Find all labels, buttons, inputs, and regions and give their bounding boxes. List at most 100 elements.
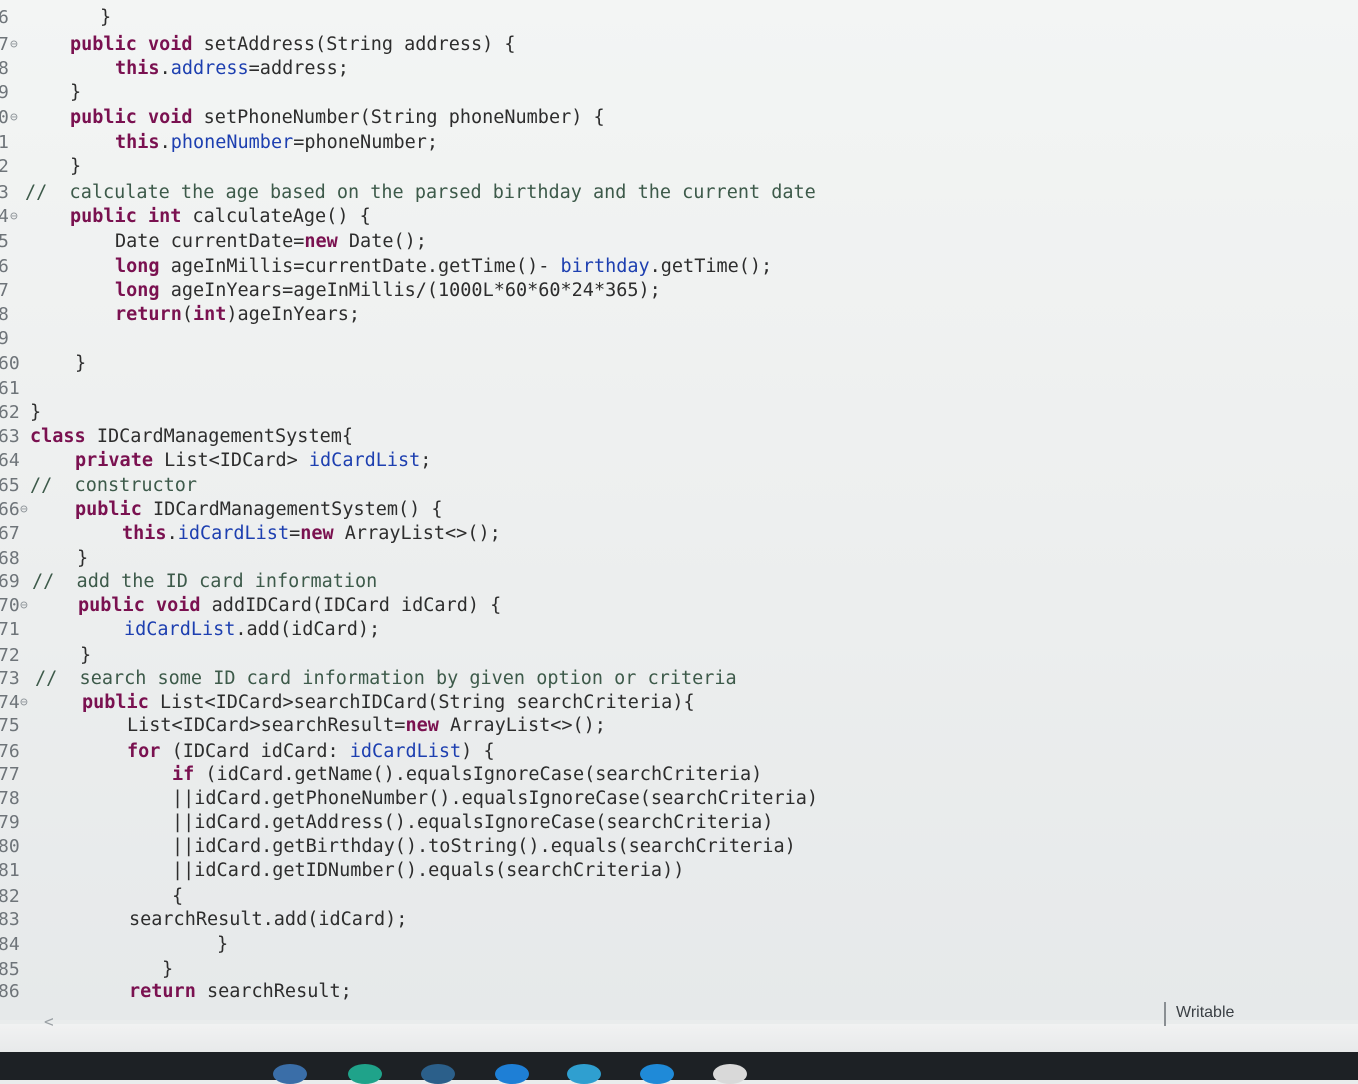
code-line[interactable]: 72} [0, 644, 1358, 668]
code-text[interactable]: // calculate the age based on the parsed… [25, 181, 816, 205]
code-text[interactable]: } [80, 644, 91, 668]
taskbar-app-icon-6[interactable] [640, 1064, 674, 1084]
code-line[interactable]: 73 // search some ID card information by … [0, 667, 1358, 691]
code-text[interactable]: public List<IDCard>searchIDCard(String s… [82, 691, 695, 715]
code-text[interactable]: } [70, 81, 81, 105]
code-text[interactable]: { [172, 885, 183, 909]
code-line[interactable]: 60} [0, 352, 1358, 376]
code-text[interactable]: List<IDCard>searchResult=new ArrayList<>… [127, 714, 606, 738]
code-text[interactable]: } [70, 155, 81, 179]
code-text[interactable]: public IDCardManagementSystem() { [75, 498, 443, 522]
code-line[interactable]: 61 [0, 377, 1358, 401]
code-text[interactable]: ||idCard.getPhoneNumber().equalsIgnoreCa… [172, 787, 818, 811]
code-text[interactable]: long ageInYears=ageInMillis/(1000L*60*60… [115, 279, 661, 303]
code-line[interactable]: 2} [0, 155, 1358, 179]
code-line[interactable]: 5 Date currentDate=new Date(); [0, 230, 1358, 254]
taskbar-app-icon-5[interactable] [567, 1064, 601, 1084]
taskbar-app-icon-3[interactable] [421, 1064, 455, 1084]
code-line[interactable]: 78 ||idCard.getPhoneNumber().equalsIgnore… [0, 787, 1358, 811]
code-line[interactable]: 0 ⊖ public void setPhoneNumber(String phon… [0, 106, 1358, 130]
taskbar-app-icon-2[interactable] [348, 1064, 382, 1084]
code-text[interactable]: } [77, 547, 88, 571]
code-line[interactable]: 77 if (idCard.getName().equalsIgnoreCase(… [0, 763, 1358, 787]
code-text[interactable]: if (idCard.getName().equalsIgnoreCase(se… [172, 763, 762, 787]
code-text[interactable]: public void setAddress(String address) { [70, 33, 516, 57]
fold-toggle-icon[interactable]: ⊖ [10, 205, 42, 229]
code-text[interactable]: ||idCard.getIDNumber().equals(searchCrit… [172, 859, 684, 883]
fold-toggle-icon[interactable]: ⊖ [20, 594, 52, 618]
code-line[interactable]: 83 searchResult.add(idCard); [0, 908, 1358, 932]
code-text[interactable]: ||idCard.getAddress().equalsIgnoreCase(s… [172, 811, 773, 835]
code-text[interactable]: long ageInMillis=currentDate.getTime()- … [115, 255, 772, 279]
code-token: ) { [461, 741, 495, 762]
code-text[interactable]: this.address=address; [115, 57, 349, 81]
comment-token: // calculate the age based on the parsed… [25, 182, 816, 203]
code-text[interactable]: // add the ID card information [32, 570, 377, 594]
keyword-token: return [129, 981, 207, 1002]
code-line[interactable]: 4 ⊖ public int calculateAge() { [0, 205, 1358, 229]
code-line[interactable]: 81 ||idCard.getIDNumber().equals(searchCr… [0, 859, 1358, 883]
code-line[interactable]: 63 class IDCardManagementSystem{ [0, 425, 1358, 449]
code-text[interactable]: // constructor [30, 474, 197, 498]
code-text[interactable]: searchResult.add(idCard); [129, 908, 407, 932]
code-token: = [289, 523, 301, 544]
code-line[interactable]: 62} [0, 401, 1358, 425]
code-line[interactable]: 76 for (IDCard idCard: idCardList) { [0, 740, 1358, 764]
code-line[interactable]: 3// calculate the age based on the parse… [0, 181, 1358, 205]
code-text[interactable]: this.idCardList=new ArrayList<>(); [122, 522, 501, 546]
code-line[interactable]: 79 ||idCard.getAddress().equalsIgnoreCase… [0, 811, 1358, 835]
code-token: . [159, 58, 171, 79]
code-line[interactable]: 84} [0, 933, 1358, 957]
code-line[interactable]: 69 // add the ID card information [0, 570, 1358, 594]
code-text[interactable]: } [162, 958, 173, 982]
code-line[interactable]: 6 long ageInMillis=currentDate.getTime()-… [0, 255, 1358, 279]
fold-toggle-icon[interactable]: ⊖ [20, 691, 52, 715]
code-text[interactable]: return(int)ageInYears; [115, 303, 360, 327]
fold-toggle-icon[interactable]: ⊖ [20, 498, 52, 522]
code-text[interactable]: ||idCard.getBirthday().toString().equals… [172, 835, 796, 859]
code-text[interactable]: } [100, 6, 111, 30]
code-text[interactable]: } [30, 401, 41, 425]
code-line[interactable]: 65 // constructor [0, 474, 1358, 498]
code-line[interactable]: 6} [0, 6, 1358, 30]
code-text[interactable]: class IDCardManagementSystem{ [30, 425, 353, 449]
code-line[interactable]: 71 idCardList.add(idCard); [0, 618, 1358, 642]
code-text[interactable]: for (IDCard idCard: idCardList) { [127, 740, 495, 764]
line-number: 81 [0, 860, 20, 881]
code-editor[interactable]: 6} 7 ⊖ public void setAddress(String addres… [0, 0, 1358, 1020]
taskbar-app-icon-1[interactable] [273, 1064, 307, 1084]
code-line[interactable]: 9} [0, 81, 1358, 105]
code-line[interactable]: 68} [0, 547, 1358, 571]
code-line[interactable]: 74 ⊖ public List<IDCard>searchIDCard(Strin… [0, 691, 1358, 715]
code-line[interactable]: 8 this.address=address; [0, 57, 1358, 81]
code-text[interactable]: public void setPhoneNumber(String phoneN… [70, 106, 605, 130]
code-line[interactable]: 8 return(int)ageInYears; [0, 303, 1358, 327]
code-line[interactable]: 7 long ageInYears=ageInMillis/(1000L*60*6… [0, 279, 1358, 303]
code-line[interactable]: 1 this.phoneNumber=phoneNumber; [0, 131, 1358, 155]
code-line[interactable]: 75 List<IDCard>searchResult=new ArrayList… [0, 714, 1358, 738]
code-line[interactable]: 85} [0, 958, 1358, 982]
taskbar-app-icon-7[interactable] [713, 1064, 747, 1084]
code-line[interactable]: 64 private List<IDCard> idCardList; [0, 449, 1358, 473]
fold-toggle-icon[interactable]: ⊖ [10, 106, 42, 130]
code-line[interactable]: 7 ⊖ public void setAddress(String address)… [0, 33, 1358, 57]
code-text[interactable]: } [217, 933, 228, 957]
code-line[interactable]: 70 ⊖ public void addIDCard(IDCard idCard) … [0, 594, 1358, 618]
code-text[interactable]: } [75, 352, 86, 376]
code-text[interactable]: public int calculateAge() { [70, 205, 371, 229]
fold-toggle-icon[interactable]: ⊖ [10, 33, 42, 57]
line-number: 6 [0, 256, 9, 277]
taskbar-app-icon-4[interactable] [495, 1064, 529, 1084]
code-text[interactable]: this.phoneNumber=phoneNumber; [115, 131, 438, 155]
code-line[interactable]: 66 ⊖ public IDCardManagementSystem() { [0, 498, 1358, 522]
code-line[interactable]: 80 ||idCard.getBirthday().toString().equa… [0, 835, 1358, 859]
code-line[interactable]: 82 { [0, 885, 1358, 909]
code-text[interactable]: private List<IDCard> idCardList; [75, 449, 431, 473]
code-line[interactable]: 9 [0, 327, 1358, 351]
code-text[interactable]: // search some ID card information by gi… [35, 667, 737, 691]
code-text[interactable]: public void addIDCard(IDCard idCard) { [78, 594, 501, 618]
code-text[interactable]: Date currentDate=new Date(); [115, 230, 427, 254]
code-text[interactable]: idCardList.add(idCard); [124, 618, 380, 642]
code-token: List<IDCard> [164, 450, 309, 471]
code-line[interactable]: 67 this.idCardList=new ArrayList<>(); [0, 522, 1358, 546]
